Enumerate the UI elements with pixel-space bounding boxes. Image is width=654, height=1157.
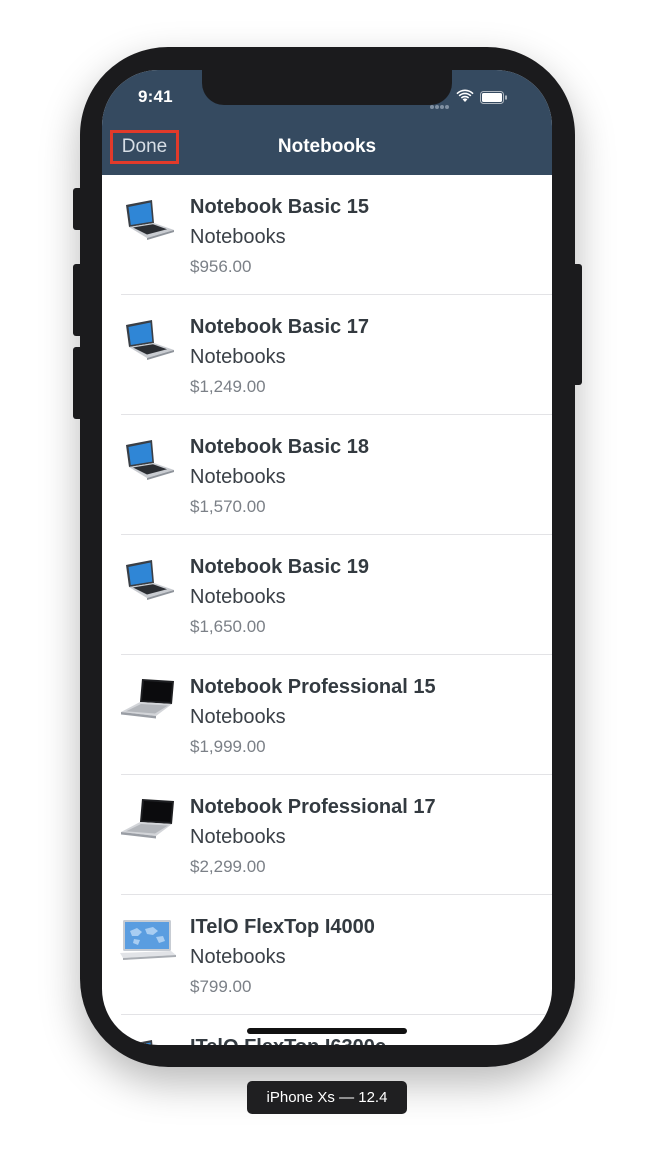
list-item[interactable]: Notebook Basic 18 Notebooks $1,570.00 bbox=[102, 415, 552, 535]
laptop-blue-icon bbox=[126, 440, 174, 480]
wifi-icon bbox=[456, 89, 474, 102]
laptop-blue-icon bbox=[126, 320, 174, 360]
item-name: ITelO FlexTop I6300c bbox=[190, 1036, 386, 1045]
item-price: $1,249.00 bbox=[190, 377, 266, 396]
status-icons bbox=[430, 89, 528, 109]
list-item[interactable]: Notebook Professional 15 Notebooks $1,99… bbox=[102, 655, 552, 775]
item-category: Notebooks bbox=[190, 346, 286, 368]
list-item[interactable]: ITelO FlexTop I4000 Notebooks $799.00 bbox=[102, 895, 552, 1015]
item-price: $799.00 bbox=[190, 977, 252, 996]
item-category: Notebooks bbox=[190, 706, 286, 728]
item-price: $1,999.00 bbox=[190, 737, 266, 756]
battery-icon bbox=[480, 91, 507, 104]
notch bbox=[202, 70, 452, 105]
signal-dots-icon bbox=[430, 96, 450, 114]
laptop-blue-icon bbox=[126, 560, 174, 600]
item-price: $1,570.00 bbox=[190, 497, 266, 516]
item-name: Notebook Professional 15 bbox=[190, 676, 436, 698]
item-name: Notebook Basic 19 bbox=[190, 556, 369, 578]
product-list: Notebook Basic 15 Notebooks $956.00 Note… bbox=[102, 175, 552, 1045]
list-item[interactable]: Notebook Basic 17 Notebooks $1,249.00 bbox=[102, 295, 552, 415]
navigation-bar: 9:41 Done Notebooks bbox=[102, 70, 552, 175]
list-item[interactable]: Notebook Basic 15 Notebooks $956.00 bbox=[102, 175, 552, 295]
laptop-map-icon bbox=[120, 920, 176, 960]
list-item[interactable]: Notebook Professional 17 Notebooks $2,29… bbox=[102, 775, 552, 895]
item-name: Notebook Basic 17 bbox=[190, 316, 369, 338]
laptop-black-icon bbox=[121, 679, 174, 719]
laptop-blue-icon bbox=[126, 200, 174, 240]
item-price: $1,650.00 bbox=[190, 617, 266, 636]
list-item[interactable]: Notebook Basic 19 Notebooks $1,650.00 bbox=[102, 535, 552, 655]
item-name: Notebook Professional 17 bbox=[190, 796, 436, 818]
item-price: $2,299.00 bbox=[190, 857, 266, 876]
item-name: Notebook Basic 15 bbox=[190, 196, 369, 218]
item-price: $956.00 bbox=[190, 257, 252, 276]
item-category: Notebooks bbox=[190, 466, 286, 488]
item-name: ITelO FlexTop I4000 bbox=[190, 916, 375, 938]
device-label: iPhone Xs — 12.4 bbox=[247, 1081, 407, 1114]
nav-title: Notebooks bbox=[277, 136, 377, 157]
item-category: Notebooks bbox=[190, 226, 286, 248]
status-time: 9:41 bbox=[138, 87, 173, 106]
item-category: Notebooks bbox=[190, 586, 286, 608]
screen: 9:41 Done Notebooks Notebook Basic 15 No… bbox=[102, 70, 552, 1045]
laptop-blue-icon bbox=[126, 1040, 153, 1045]
item-name: Notebook Basic 18 bbox=[190, 436, 369, 458]
item-category: Notebooks bbox=[190, 946, 286, 968]
home-indicator[interactable] bbox=[247, 1028, 407, 1034]
laptop-black-icon bbox=[121, 799, 174, 839]
item-category: Notebooks bbox=[190, 826, 286, 848]
